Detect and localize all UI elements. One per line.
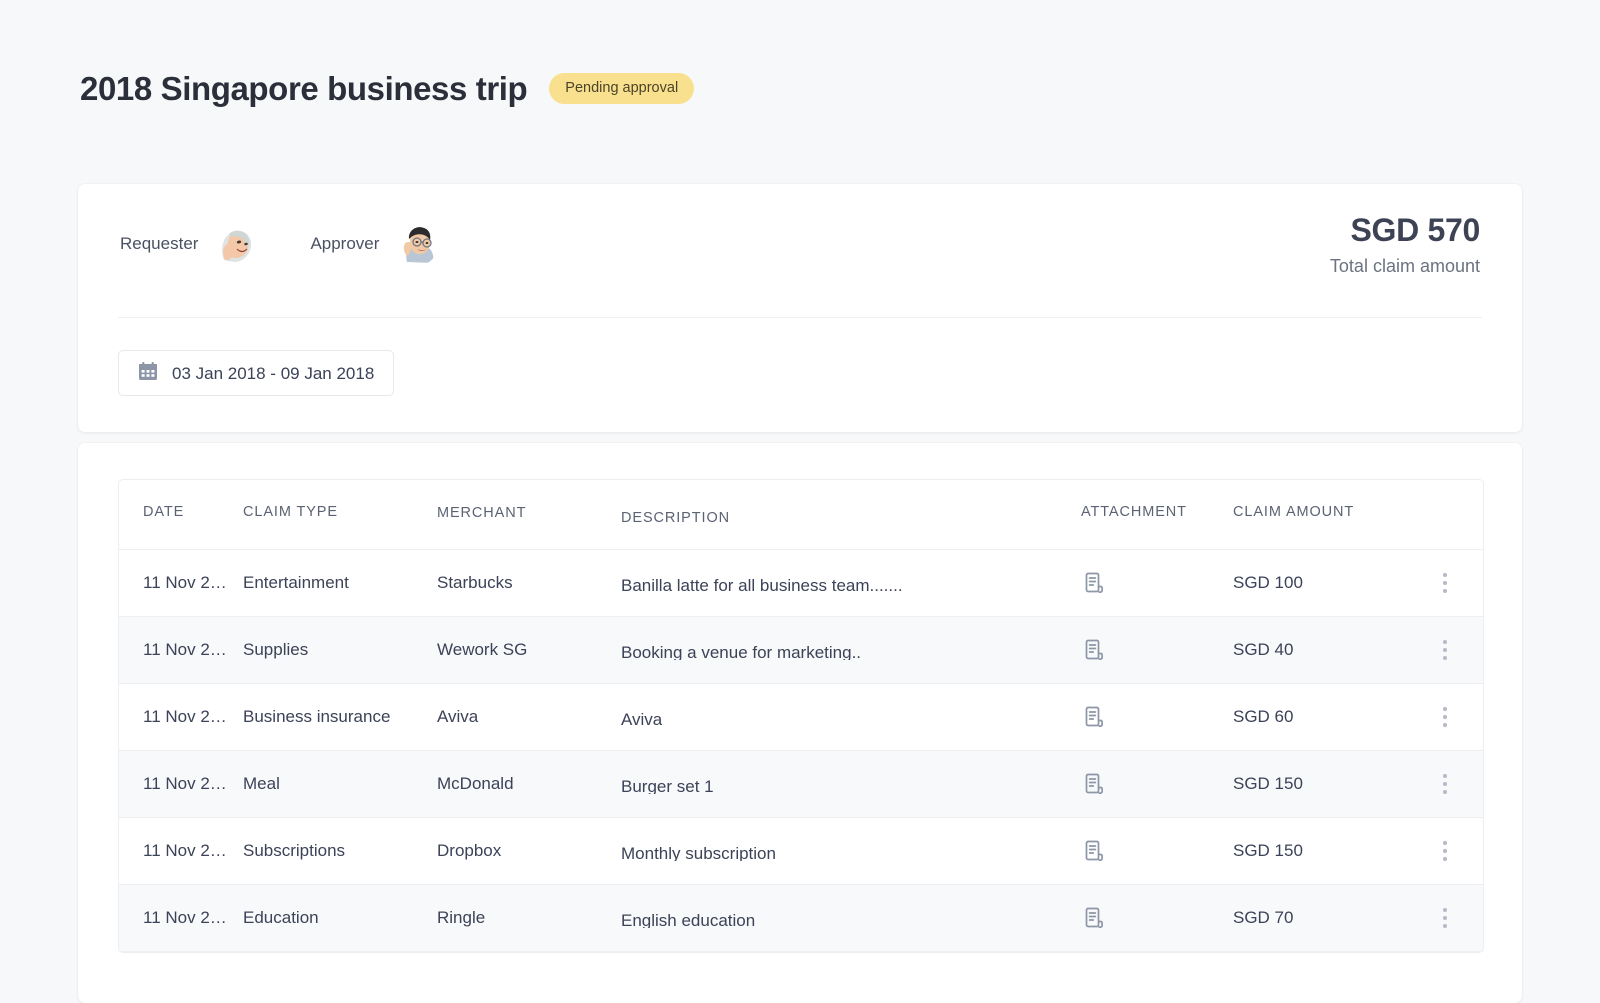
- table-row[interactable]: 11 Nov 2018 Subscriptions Dropbox Monthl…: [119, 818, 1483, 885]
- cell-claim-amount: SGD 150: [1227, 774, 1407, 794]
- total-claim-amount: SGD 570: [1330, 212, 1480, 249]
- kebab-menu-icon[interactable]: [1433, 769, 1457, 799]
- table-row[interactable]: 11 Nov 2018 Meal McDonald Burger set 1 S…: [119, 751, 1483, 818]
- table-row[interactable]: 11 Nov 2018 Entertainment Starbucks Bani…: [119, 550, 1483, 617]
- claim-summary-card: Requester Approver: [78, 184, 1522, 432]
- cell-attachment[interactable]: [1059, 839, 1227, 863]
- column-header-description: DESCRIPTION: [619, 510, 1059, 526]
- document-attachment-icon[interactable]: [1081, 839, 1221, 863]
- document-attachment-icon[interactable]: [1081, 571, 1221, 595]
- expense-claim-page: 2018 Singapore business trip Pending app…: [0, 0, 1600, 961]
- document-attachment-icon[interactable]: [1081, 705, 1221, 729]
- cell-date: 11 Nov 2018: [119, 573, 237, 593]
- requester-label: Requester: [120, 235, 198, 252]
- cell-merchant: Wework SG: [431, 640, 619, 660]
- page-title: 2018 Singapore business trip: [80, 72, 527, 105]
- cell-attachment[interactable]: [1059, 638, 1227, 662]
- cell-attachment[interactable]: [1059, 705, 1227, 729]
- status-badge: Pending approval: [549, 73, 694, 105]
- requester-avatar[interactable]: [212, 220, 258, 266]
- approver-avatar[interactable]: [393, 220, 439, 266]
- cell-description: Booking a venue for marketing..: [619, 640, 1059, 660]
- document-attachment-icon[interactable]: [1081, 638, 1221, 662]
- total-claim-block: SGD 570 Total claim amount: [1330, 212, 1480, 275]
- description-text: Banilla latte for all business team.....…: [621, 576, 903, 593]
- cell-row-actions[interactable]: [1407, 836, 1483, 866]
- cell-date: 11 Nov 2018: [119, 707, 237, 727]
- cell-description: Banilla latte for all business team.....…: [619, 573, 1059, 593]
- document-attachment-icon[interactable]: [1081, 772, 1221, 796]
- document-attachment-icon[interactable]: [1081, 906, 1221, 930]
- cell-date: 11 Nov 2018: [119, 774, 237, 794]
- cell-row-actions[interactable]: [1407, 635, 1483, 665]
- cell-claim-type: Entertainment: [237, 573, 431, 593]
- kebab-menu-icon[interactable]: [1433, 702, 1457, 732]
- cell-date: 11 Nov 2018: [119, 841, 237, 861]
- cell-claim-amount: SGD 70: [1227, 908, 1407, 928]
- cell-row-actions[interactable]: [1407, 769, 1483, 799]
- cell-row-actions[interactable]: [1407, 903, 1483, 933]
- cell-claim-type: Education: [237, 908, 431, 928]
- total-claim-caption: Total claim amount: [1330, 257, 1480, 275]
- description-text: Burger set 1: [621, 777, 714, 794]
- cell-claim-type: Business insurance: [237, 707, 431, 727]
- table-row[interactable]: 11 Nov 2018 Education Ringle English edu…: [119, 885, 1483, 952]
- kebab-menu-icon[interactable]: [1433, 903, 1457, 933]
- cell-merchant: Ringle: [431, 908, 619, 928]
- cell-date: 11 Nov 2018: [119, 908, 237, 928]
- cell-claim-amount: SGD 100: [1227, 573, 1407, 593]
- cell-claim-amount: SGD 150: [1227, 841, 1407, 861]
- column-header-merchant: MERCHANT: [431, 505, 619, 521]
- column-header-claim-amount: CLAIM AMOUNT: [1227, 504, 1407, 520]
- cell-claim-type: Meal: [237, 774, 431, 794]
- description-text: Booking a venue for marketing..: [621, 643, 861, 660]
- approver-block[interactable]: Approver: [310, 220, 439, 266]
- cell-date: 11 Nov 2018: [119, 640, 237, 660]
- people-row: Requester Approver: [120, 220, 439, 266]
- cell-attachment[interactable]: [1059, 571, 1227, 595]
- requester-block[interactable]: Requester: [120, 220, 258, 266]
- claims-table-card: DATE CLAIM TYPE MERCHANT DESCRIPTION ATT…: [78, 443, 1522, 1003]
- date-range-text: 03 Jan 2018 - 09 Jan 2018: [172, 365, 374, 382]
- claims-table: DATE CLAIM TYPE MERCHANT DESCRIPTION ATT…: [118, 479, 1484, 953]
- cell-row-actions[interactable]: [1407, 702, 1483, 732]
- cell-claim-type: Subscriptions: [237, 841, 431, 861]
- approver-label: Approver: [310, 235, 379, 252]
- column-header-claim-type: CLAIM TYPE: [237, 504, 431, 520]
- column-header-attachment: ATTACHMENT: [1059, 504, 1227, 520]
- avatar-photo-approver-icon: [393, 220, 439, 266]
- cell-description: Aviva: [619, 707, 1059, 727]
- cell-description: Burger set 1: [619, 774, 1059, 794]
- avatar-photo-requester-icon: [212, 220, 258, 266]
- cell-claim-amount: SGD 60: [1227, 707, 1407, 727]
- table-body: 11 Nov 2018 Entertainment Starbucks Bani…: [119, 550, 1483, 952]
- table-row[interactable]: 11 Nov 2018 Supplies Wework SG Booking a…: [119, 617, 1483, 684]
- description-text: Monthly subscription: [621, 844, 776, 861]
- summary-divider: [118, 317, 1482, 318]
- column-header-date: DATE: [119, 504, 237, 520]
- cell-description: English education: [619, 908, 1059, 928]
- page-header: 2018 Singapore business trip Pending app…: [80, 72, 694, 105]
- description-text: Aviva: [621, 710, 662, 727]
- date-range-selector[interactable]: 03 Jan 2018 - 09 Jan 2018: [118, 350, 394, 396]
- table-header-row: DATE CLAIM TYPE MERCHANT DESCRIPTION ATT…: [119, 480, 1483, 550]
- cell-merchant: Starbucks: [431, 573, 619, 593]
- cell-claim-type: Supplies: [237, 640, 431, 660]
- calendar-icon: [138, 361, 158, 386]
- cell-merchant: Dropbox: [431, 841, 619, 861]
- cell-row-actions[interactable]: [1407, 568, 1483, 598]
- kebab-menu-icon[interactable]: [1433, 568, 1457, 598]
- kebab-menu-icon[interactable]: [1433, 635, 1457, 665]
- kebab-menu-icon[interactable]: [1433, 836, 1457, 866]
- cell-attachment[interactable]: [1059, 772, 1227, 796]
- cell-merchant: McDonald: [431, 774, 619, 794]
- table-row[interactable]: 11 Nov 2018 Business insurance Aviva Avi…: [119, 684, 1483, 751]
- description-text: English education: [621, 911, 755, 928]
- cell-merchant: Aviva: [431, 707, 619, 727]
- cell-claim-amount: SGD 40: [1227, 640, 1407, 660]
- cell-attachment[interactable]: [1059, 906, 1227, 930]
- cell-description: Monthly subscription: [619, 841, 1059, 861]
